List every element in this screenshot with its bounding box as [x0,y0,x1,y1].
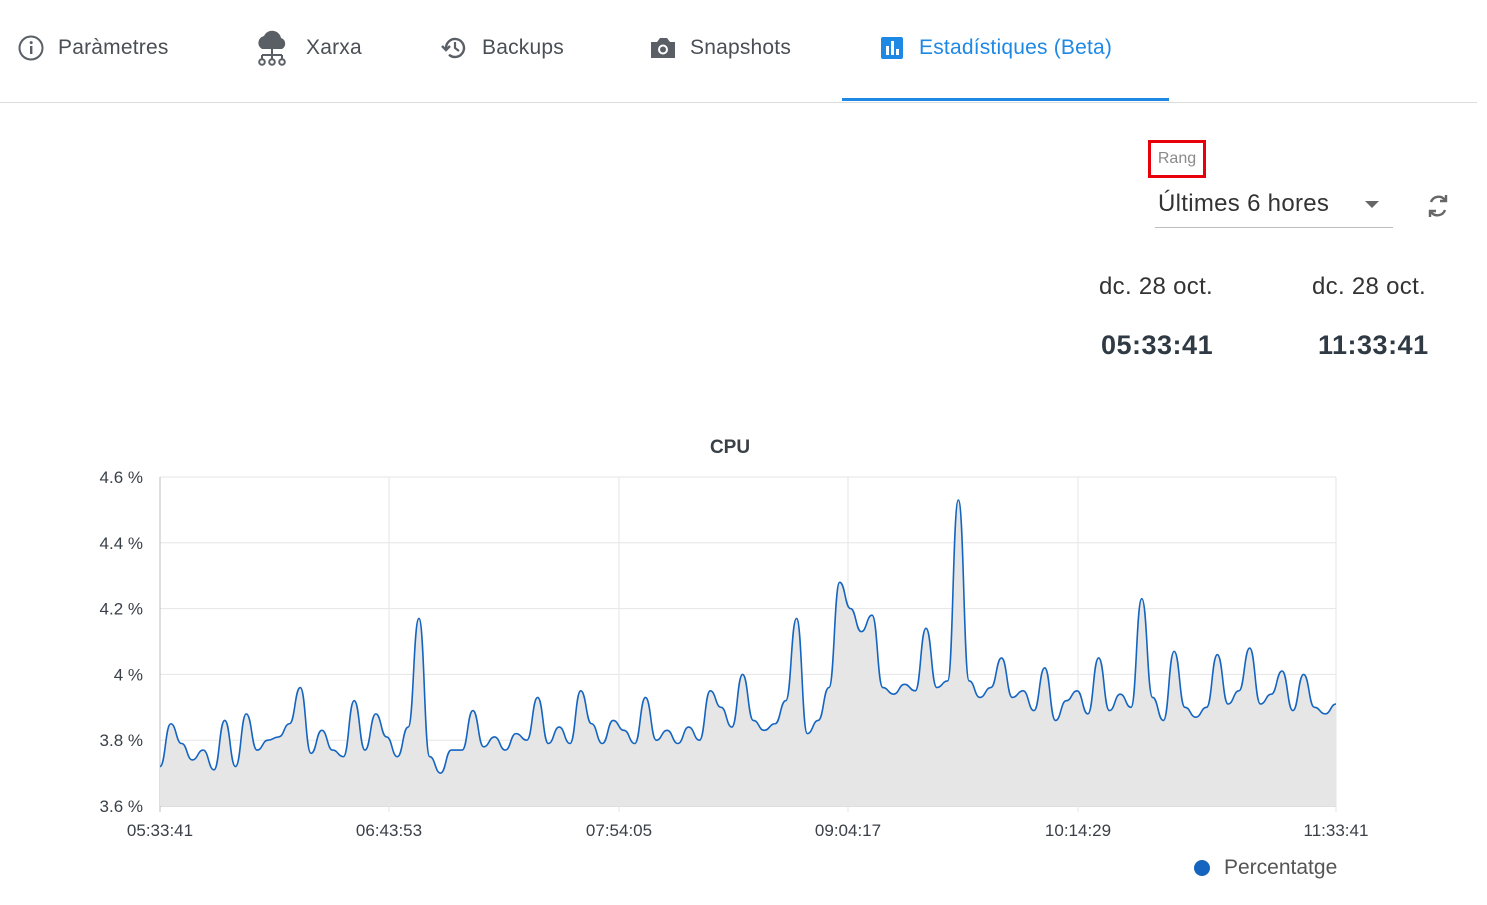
tab-bar: Paràmetres Xarxa Backups Snapshots Estad… [0,0,1477,103]
bar-chart-icon [877,33,907,63]
chevron-down-icon [1365,201,1379,208]
tab-parametres[interactable]: Paràmetres [16,33,169,102]
start-date: dc. 28 oct. [1099,273,1214,300]
range-label: Rang [1148,140,1206,178]
legend-marker [1194,860,1210,876]
tab-label: Paràmetres [58,36,169,59]
active-tab-indicator [842,98,1169,101]
camera-icon [648,33,678,63]
y-tick-label: 4.6 % [100,468,143,487]
tab-label: Xarxa [306,36,362,59]
tab-label: Backups [482,36,564,59]
chart-legend[interactable]: Percentatge [1194,856,1337,880]
x-tick-label: 06:43:53 [356,821,422,840]
legend-label: Percentatge [1224,856,1338,879]
range-select[interactable]: Últimes 6 hores [1155,186,1393,228]
chart-title: CPU [709,437,751,458]
refresh-button[interactable] [1422,190,1454,222]
y-tick-label: 4.2 % [100,600,143,619]
tab-label: Snapshots [690,36,792,59]
y-tick-label: 3.6 % [100,797,143,816]
x-tick-label: 11:33:41 [1304,821,1369,840]
tab-estadistiques[interactable]: Estadístiques (Beta) [877,36,1112,102]
refresh-icon [1428,195,1448,217]
x-tick-label: 07:54:05 [586,821,652,840]
network-cloud-icon [252,30,294,66]
x-tick-label: 10:14:29 [1045,821,1111,840]
tab-label: Estadístiques (Beta) [919,36,1113,59]
history-icon [440,33,470,63]
end-time: 11:33:41 [1318,330,1429,360]
tab-xarxa[interactable]: Xarxa [252,30,362,102]
y-tick-label: 3.8 % [100,731,143,750]
series-line [159,499,1337,774]
start-time: 05:33:41 [1101,330,1214,360]
end-date: dc. 28 oct. [1312,273,1427,300]
x-tick-label: 05:33:41 [127,821,193,840]
info-icon [16,33,46,63]
range-select-value: Últimes 6 hores [1158,190,1330,217]
series-area-fill [160,500,1336,806]
y-tick-label: 4.4 % [100,534,143,553]
tab-snapshots[interactable]: Snapshots [648,36,791,102]
tab-backups[interactable]: Backups [440,36,564,102]
y-tick-label: 4 % [114,665,143,684]
x-tick-label: 09:04:17 [815,821,881,840]
